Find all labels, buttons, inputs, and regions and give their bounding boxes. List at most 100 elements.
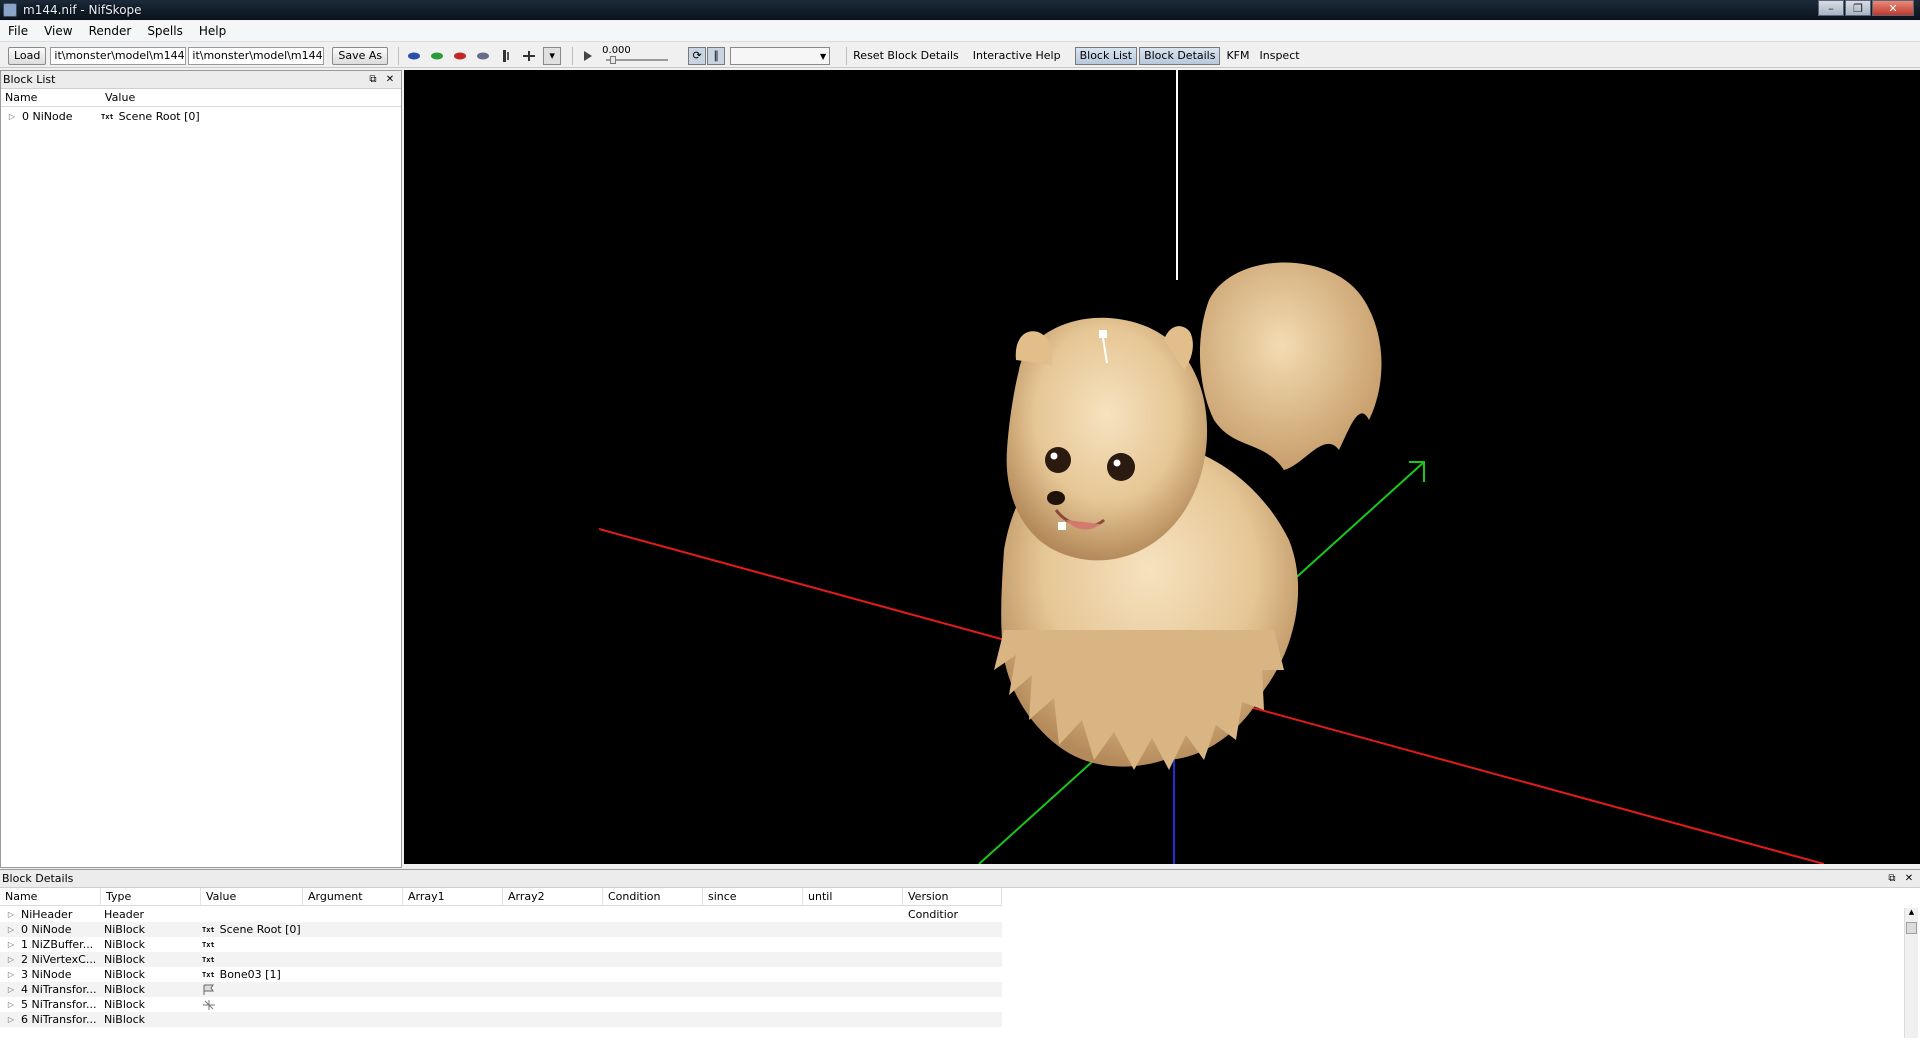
column-since[interactable]: since	[703, 887, 803, 906]
time-value: 0.000	[602, 44, 631, 56]
table-row[interactable]: ▷ 6 NiTransfor... NiBlock	[0, 1012, 1002, 1027]
column-until[interactable]: until	[803, 887, 903, 906]
row-type: NiBlock	[104, 1013, 146, 1026]
title-bar: m144.nif - NifSkope – ❐ ✕	[0, 0, 1920, 20]
walk-icon[interactable]	[497, 47, 515, 65]
row-value: Txt Scene Root [0]	[200, 923, 302, 936]
table-row[interactable]: ▷ NiHeader Header	[0, 907, 1002, 922]
block-list-toggle[interactable]: Block List	[1074, 46, 1138, 65]
column-value[interactable]: Value	[101, 91, 135, 104]
view-dropdown-icon[interactable]: ▾	[543, 46, 562, 65]
view-blue-icon[interactable]	[405, 47, 423, 65]
animation-select[interactable]: ▼	[730, 46, 831, 65]
table-row[interactable]: ▷ 0 NiNode NiBlock Txt Scene Root [0]	[0, 922, 1002, 937]
axes-icon	[203, 999, 215, 1010]
flip-icon[interactable]	[520, 47, 538, 65]
time-slider[interactable]: 0.000	[602, 44, 672, 66]
table-row[interactable]: ▷ 3 NiNode NiBlock Txt Bone03 [1]	[0, 967, 1002, 982]
column-type[interactable]: Type	[101, 887, 201, 906]
toolbar-separator	[846, 46, 848, 65]
interactive-help-button[interactable]: Interactive Help	[973, 49, 1061, 62]
row-type: NiBlock	[104, 953, 146, 966]
tree-row[interactable]: ▷ 0 NiNode Txt Scene Root [0]	[1, 109, 401, 124]
expand-arrow-icon[interactable]: ▷	[6, 1000, 16, 1009]
column-array1[interactable]: Array1	[403, 887, 503, 906]
row-name: 5 NiTransfor...	[21, 998, 97, 1011]
column-value[interactable]: Value	[201, 887, 303, 906]
text-icon: Txt	[202, 970, 215, 979]
column-array2[interactable]: Array2	[503, 887, 603, 906]
block-details-rows: ▷ NiHeader Header ▷ 0 NiNode NiBlock Txt Sc…	[0, 906, 1920, 1027]
expand-arrow-icon[interactable]: ▷	[6, 1015, 16, 1024]
app-icon	[3, 3, 17, 17]
expand-arrow-icon[interactable]: ▷	[6, 910, 16, 919]
table-row[interactable]: ▷ 4 NiTransfor... NiBlock	[0, 982, 1002, 997]
scroll-up-icon[interactable]: ▲	[1905, 908, 1918, 920]
menu-file[interactable]: File	[0, 24, 36, 38]
row-value	[200, 999, 302, 1011]
expand-arrow-icon[interactable]: ▷	[6, 925, 16, 934]
menu-help[interactable]: Help	[191, 24, 234, 38]
row-name: 3 NiNode	[21, 968, 72, 981]
expand-arrow-icon[interactable]: ▷	[6, 985, 16, 994]
text-icon: Txt	[202, 955, 215, 964]
block-details-toggle[interactable]: Block Details	[1139, 46, 1221, 65]
text-icon: Txt	[202, 940, 215, 949]
table-row[interactable]: ▷ 5 NiTransfor... NiBlock	[0, 997, 1002, 1012]
inspect-button[interactable]: Inspect	[1260, 49, 1300, 62]
save-path-input[interactable]: it\monster\model\m144.nif	[188, 46, 325, 65]
float-icon[interactable]: ⧉	[1885, 872, 1899, 885]
view-green-icon[interactable]	[428, 47, 446, 65]
expand-arrow-icon[interactable]: ▷	[6, 970, 16, 979]
view-user-icon[interactable]	[474, 47, 492, 65]
maximize-button[interactable]: ❐	[1845, 0, 1871, 16]
row-type: NiBlock	[104, 968, 146, 981]
load-button[interactable]: Load	[8, 46, 47, 65]
vertical-scrollbar[interactable]: ▲	[1904, 908, 1918, 1038]
close-button[interactable]: ✕	[1872, 0, 1914, 16]
dog-model	[994, 262, 1382, 770]
row-value-text: Scene Root [0]	[219, 923, 301, 936]
column-name[interactable]: Name	[0, 887, 101, 906]
time-slider-thumb[interactable]	[610, 55, 617, 64]
expand-arrow-icon[interactable]: ▷	[7, 112, 17, 121]
column-condition[interactable]: Condition	[603, 887, 703, 906]
row-value: Scene Root [0]	[118, 110, 200, 123]
column-argument[interactable]: Argument	[303, 887, 403, 906]
menu-render[interactable]: Render	[81, 24, 140, 38]
block-list-title-bar: Block List ⧉ ✕	[1, 71, 401, 89]
play-icon[interactable]	[579, 47, 597, 65]
table-row[interactable]: ▷ 2 NiVertexC... NiBlock Txt	[0, 952, 1002, 967]
scroll-thumb[interactable]	[1906, 922, 1917, 934]
minimize-button[interactable]: –	[1818, 0, 1844, 16]
toolbar: Load it\monster\model\m144.nif it\monste…	[0, 44, 1920, 68]
close-icon[interactable]: ✕	[1902, 872, 1916, 885]
chevron-down-icon: ▼	[820, 51, 827, 61]
save-as-button[interactable]: Save As	[332, 46, 389, 65]
row-value: Txt	[200, 941, 302, 949]
menu-view[interactable]: View	[36, 24, 80, 38]
column-name[interactable]: Name	[1, 91, 101, 104]
row-name: 0 NiNode	[21, 923, 72, 936]
float-icon[interactable]: ⧉	[366, 73, 380, 86]
row-type: NiBlock	[104, 983, 146, 996]
row-type: NiBlock	[104, 923, 146, 936]
switch-icon[interactable]: ∥	[707, 46, 726, 65]
block-list-title: Block List	[3, 73, 56, 86]
scene-svg	[598, 70, 1825, 864]
toolbar-separator	[572, 46, 574, 65]
menu-spells[interactable]: Spells	[139, 24, 191, 38]
reset-block-details-button[interactable]: Reset Block Details	[853, 49, 959, 62]
close-icon[interactable]: ✕	[383, 73, 397, 86]
expand-arrow-icon[interactable]: ▷	[6, 940, 16, 949]
table-row[interactable]: ▷ 1 NiZBuffer... NiBlock Txt	[0, 937, 1002, 952]
column-version-condition[interactable]: Version Conditior	[903, 887, 1002, 921]
load-path-input[interactable]: it\monster\model\m144.nif	[50, 46, 187, 65]
flag-icon	[203, 984, 214, 995]
render-viewport[interactable]	[404, 70, 1920, 864]
expand-arrow-icon[interactable]: ▷	[6, 955, 16, 964]
row-name: NiHeader	[21, 908, 73, 921]
view-red-icon[interactable]	[451, 47, 469, 65]
loop-icon[interactable]: ⟳	[688, 46, 707, 65]
kfm-button[interactable]: KFM	[1226, 49, 1249, 62]
